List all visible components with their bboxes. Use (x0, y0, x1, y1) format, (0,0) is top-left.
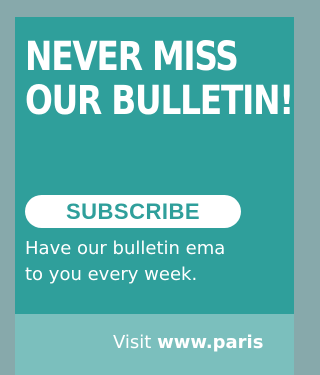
footer-visit-text: Visit www.paris (113, 331, 263, 355)
bulletin-description: Have our bulletin ema to you every week. (25, 236, 294, 288)
bulletin-card: NEVER MISS OUR BULLETIN! SUBSCRIBE Have … (15, 17, 294, 375)
outer-frame: NEVER MISS OUR BULLETIN! SUBSCRIBE Have … (0, 0, 294, 375)
footer-prefix: Visit (113, 332, 158, 353)
description-line-1: Have our bulletin ema (25, 238, 226, 259)
website-link[interactable]: www.paris (157, 332, 263, 353)
description-line-2: to you every week. (25, 264, 198, 285)
headline-line-2: OUR BULLETIN! (25, 78, 294, 124)
footer-banner: Visit www.paris (15, 314, 294, 375)
headline: NEVER MISS OUR BULLETIN! (25, 34, 294, 124)
subscribe-button[interactable]: SUBSCRIBE (25, 195, 241, 228)
headline-line-1: NEVER MISS (25, 34, 239, 80)
